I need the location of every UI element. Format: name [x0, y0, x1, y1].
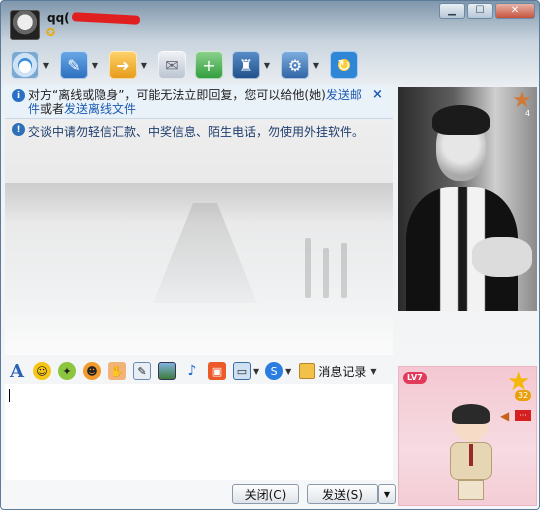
add-app-icon: +	[195, 51, 223, 79]
send-offline-file-link[interactable]: 发送离线文件	[64, 102, 136, 116]
scribble-icon[interactable]: ✎	[133, 362, 151, 380]
text-cursor	[9, 389, 10, 402]
doll-hair-shape	[452, 404, 490, 424]
chevron-down-icon[interactable]: ▼	[285, 367, 291, 376]
history-icon	[299, 363, 316, 379]
send-options-chevron-icon[interactable]: ▼	[378, 484, 396, 504]
send-file-icon: ➜	[109, 51, 137, 79]
screenshot-icon[interactable]: ▭	[233, 362, 251, 380]
close-button[interactable]: 关闭(C)	[232, 484, 299, 504]
share-button[interactable]: ↻	[330, 51, 358, 79]
settings-button[interactable]: ⚙ ▼	[281, 51, 321, 79]
doll-legs-shape	[458, 480, 484, 500]
send-file-button[interactable]: ➜ ▼	[109, 51, 149, 79]
shield-icon: !	[12, 123, 25, 136]
mute-icon[interactable]: ···	[515, 410, 531, 421]
contact-name: qq(	[47, 11, 70, 25]
offline-notice: i 对方“离线或隐身”，可能无法立即回复，您可以给他(她)发送邮件或者发送离线文…	[5, 85, 393, 119]
doll-tie-shape	[469, 444, 473, 466]
microphone-icon: ✎	[60, 51, 88, 79]
group-button[interactable]: ♜ ▼	[232, 51, 272, 79]
contact-photo[interactable]	[398, 87, 537, 311]
message-input[interactable]	[5, 384, 393, 480]
chevron-down-icon[interactable]: ▼	[253, 367, 259, 376]
send-button[interactable]: 发送(S)	[307, 484, 378, 504]
chevron-down-icon[interactable]: ▼	[311, 61, 321, 70]
speaker-icon[interactable]: ◀	[500, 409, 509, 423]
shake-icon[interactable]: ✋	[108, 362, 126, 380]
gift-icon[interactable]: ▣	[208, 362, 226, 380]
tree-shape	[323, 248, 329, 298]
voice-button[interactable]: ✎ ▼	[60, 51, 100, 79]
share-icon: ↻	[330, 51, 358, 79]
window-controls: ▁ ☐ ✕	[439, 3, 535, 19]
font-button[interactable]: A	[8, 361, 26, 382]
chevron-down-icon[interactable]: ▼	[90, 61, 100, 70]
chevron-down-icon[interactable]: ▼	[262, 61, 272, 70]
info-icon: i	[12, 89, 25, 102]
group-icon: ♜	[232, 51, 260, 79]
safety-notice: ! 交谈中请勿轻信汇款、中奖信息、陌生电话，勿使用外挂软件。	[5, 122, 393, 140]
chevron-down-icon[interactable]: ▼	[139, 61, 149, 70]
photo-hand-shape	[472, 237, 532, 277]
chevron-down-icon[interactable]: ▼	[41, 61, 51, 70]
level-badge: LV7	[403, 372, 427, 384]
close-notice-icon[interactable]: ×	[372, 87, 383, 102]
avatar-doll	[444, 404, 498, 502]
close-window-button[interactable]: ✕	[495, 3, 535, 19]
redacted-number	[71, 12, 141, 25]
message-button[interactable]: ✉	[158, 51, 186, 79]
notice-text-part: 对方“离线或隐身”，可能无法立即回复，您可以给他(她)	[28, 88, 326, 102]
add-app-button[interactable]: +	[195, 51, 223, 79]
title-bar[interactable]: qq( ✪ ▁ ☐ ✕	[1, 1, 539, 45]
photo-star-icon[interactable]: ★	[510, 89, 534, 113]
settings-icon: ⚙	[281, 51, 309, 79]
chat-history[interactable]: i 对方“离线或隐身”，可能无法立即回复，您可以给他(她)发送邮件或者发送离线文…	[5, 85, 393, 355]
message-history-button[interactable]: 消息记录 ▼	[299, 363, 382, 380]
offline-notice-text: 对方“离线或隐身”，可能无法立即回复，您可以给他(她)发送邮件或者发送离线文件	[28, 88, 370, 116]
photo-hair-shape	[432, 105, 490, 135]
chat-background	[5, 143, 393, 303]
tree-shape	[341, 243, 347, 298]
minimize-button[interactable]: ▁	[439, 3, 465, 19]
input-toolbar: A ☺ ✦ ☻ ✋ ✎ ♪ ▣ ▭ ▼ S ▼ 消息记录 ▼	[5, 359, 393, 383]
webcam-icon: ●	[11, 51, 39, 79]
send-row: 关闭(C) 发送(S) ▼	[232, 484, 396, 504]
emoji-icon[interactable]: ☺	[33, 362, 51, 380]
tree-shape	[305, 238, 311, 298]
status-star-icon: ✪	[46, 26, 56, 39]
photo-star-count: 4	[525, 109, 531, 118]
chevron-down-icon[interactable]: ▼	[370, 367, 376, 376]
message-icon: ✉	[158, 51, 186, 79]
message-history-label: 消息记录	[318, 364, 367, 379]
webcam-button[interactable]: ● ▼	[11, 51, 51, 79]
show-star-count: 32	[515, 390, 532, 401]
chat-toolbar: ● ▼ ✎ ▼ ➜ ▼ ✉ + ♜ ▼ ⚙ ▼ ↻	[11, 51, 367, 79]
payment-icon[interactable]: S	[265, 362, 284, 380]
music-icon[interactable]: ♪	[183, 362, 201, 380]
chat-window: qq( ✪ ▁ ☐ ✕ ● ▼ ✎ ▼ ➜ ▼ ✉ + ♜ ▼ ⚙ ▼ ↻ i …	[0, 0, 540, 510]
notice-text-part: 或者	[40, 102, 65, 116]
maximize-button[interactable]: ☐	[467, 3, 493, 19]
safety-notice-text: 交谈中请勿轻信汇款、中奖信息、陌生电话，勿使用外挂软件。	[28, 125, 365, 139]
wink-emoji-icon[interactable]: ☻	[83, 362, 101, 380]
magic-emoji-icon[interactable]: ✦	[58, 362, 76, 380]
contact-avatar[interactable]	[10, 10, 40, 40]
image-icon[interactable]	[158, 362, 176, 380]
